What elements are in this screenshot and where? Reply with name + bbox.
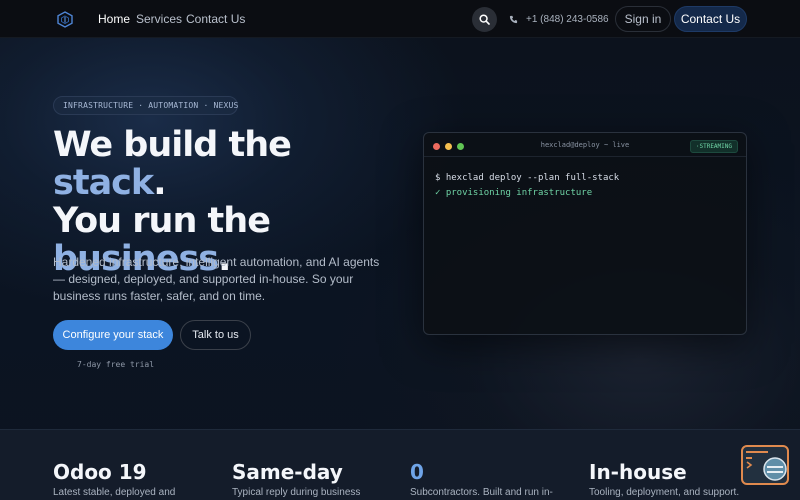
stat-description: Latest stable, deployed and [53,487,176,498]
hexagon-logo-icon[interactable] [57,11,73,28]
headline-highlight-stack: stack [53,163,154,203]
terminal-title-bar: hexclad@deploy ~ live ·STREAMING [424,133,746,157]
trial-note: 7-day free trial [77,360,155,369]
nav-link-home[interactable]: Home [98,12,130,26]
sign-in-button[interactable]: Sign in [615,6,671,32]
search-button[interactable] [472,7,497,32]
nav-link-services[interactable]: Services [136,12,182,26]
phone-number: +1 (848) 243-0586 [526,14,609,25]
terminal-line: $ hexclad deploy --plan full-stack [435,173,620,183]
top-navbar: Home Services Contact Us +1 (848) 243-05… [0,0,800,38]
phone-link[interactable]: +1 (848) 243-0586 [509,13,609,26]
terminal-window: hexclad@deploy ~ live ·STREAMING $ hexcl… [423,132,747,335]
headline-text: You run the [53,201,271,241]
configure-stack-button[interactable]: Configure your stack [53,320,173,350]
contact-us-button[interactable]: Contact Us [674,6,747,32]
streaming-badge: ·STREAMING [689,140,738,153]
stat-value: Odoo 19 [53,460,147,484]
stat-value: 0 [410,460,424,484]
nav-link-contact-us[interactable]: Contact Us [186,12,245,26]
chat-widget-button[interactable] [741,445,789,485]
terminal-line: ✓ provisioning infrastructure [435,188,593,198]
stat-description: Typical reply during business [232,487,361,498]
chat-widget-icon [746,451,787,481]
page: Home Services Contact Us +1 (848) 243-05… [0,0,800,500]
headline-text: We build the [53,125,292,165]
search-icon [479,14,490,25]
headline-text: . [153,163,166,203]
stats-section: Odoo 19 Latest stable, deployed and Same… [0,429,800,500]
talk-to-us-button[interactable]: Talk to us [180,320,251,350]
stat-value: Same-day [232,460,343,484]
stat-description: Subcontractors. Built and run in- [410,487,553,498]
stat-description: Tooling, deployment, and support. [589,487,740,498]
phone-icon [509,15,518,24]
hero-subtext: Hardened infrastructure, intelligent aut… [53,255,380,303]
stat-value: In-house [589,460,687,484]
hero-badge: INFRASTRUCTURE · AUTOMATION · NEXUS [53,96,238,115]
